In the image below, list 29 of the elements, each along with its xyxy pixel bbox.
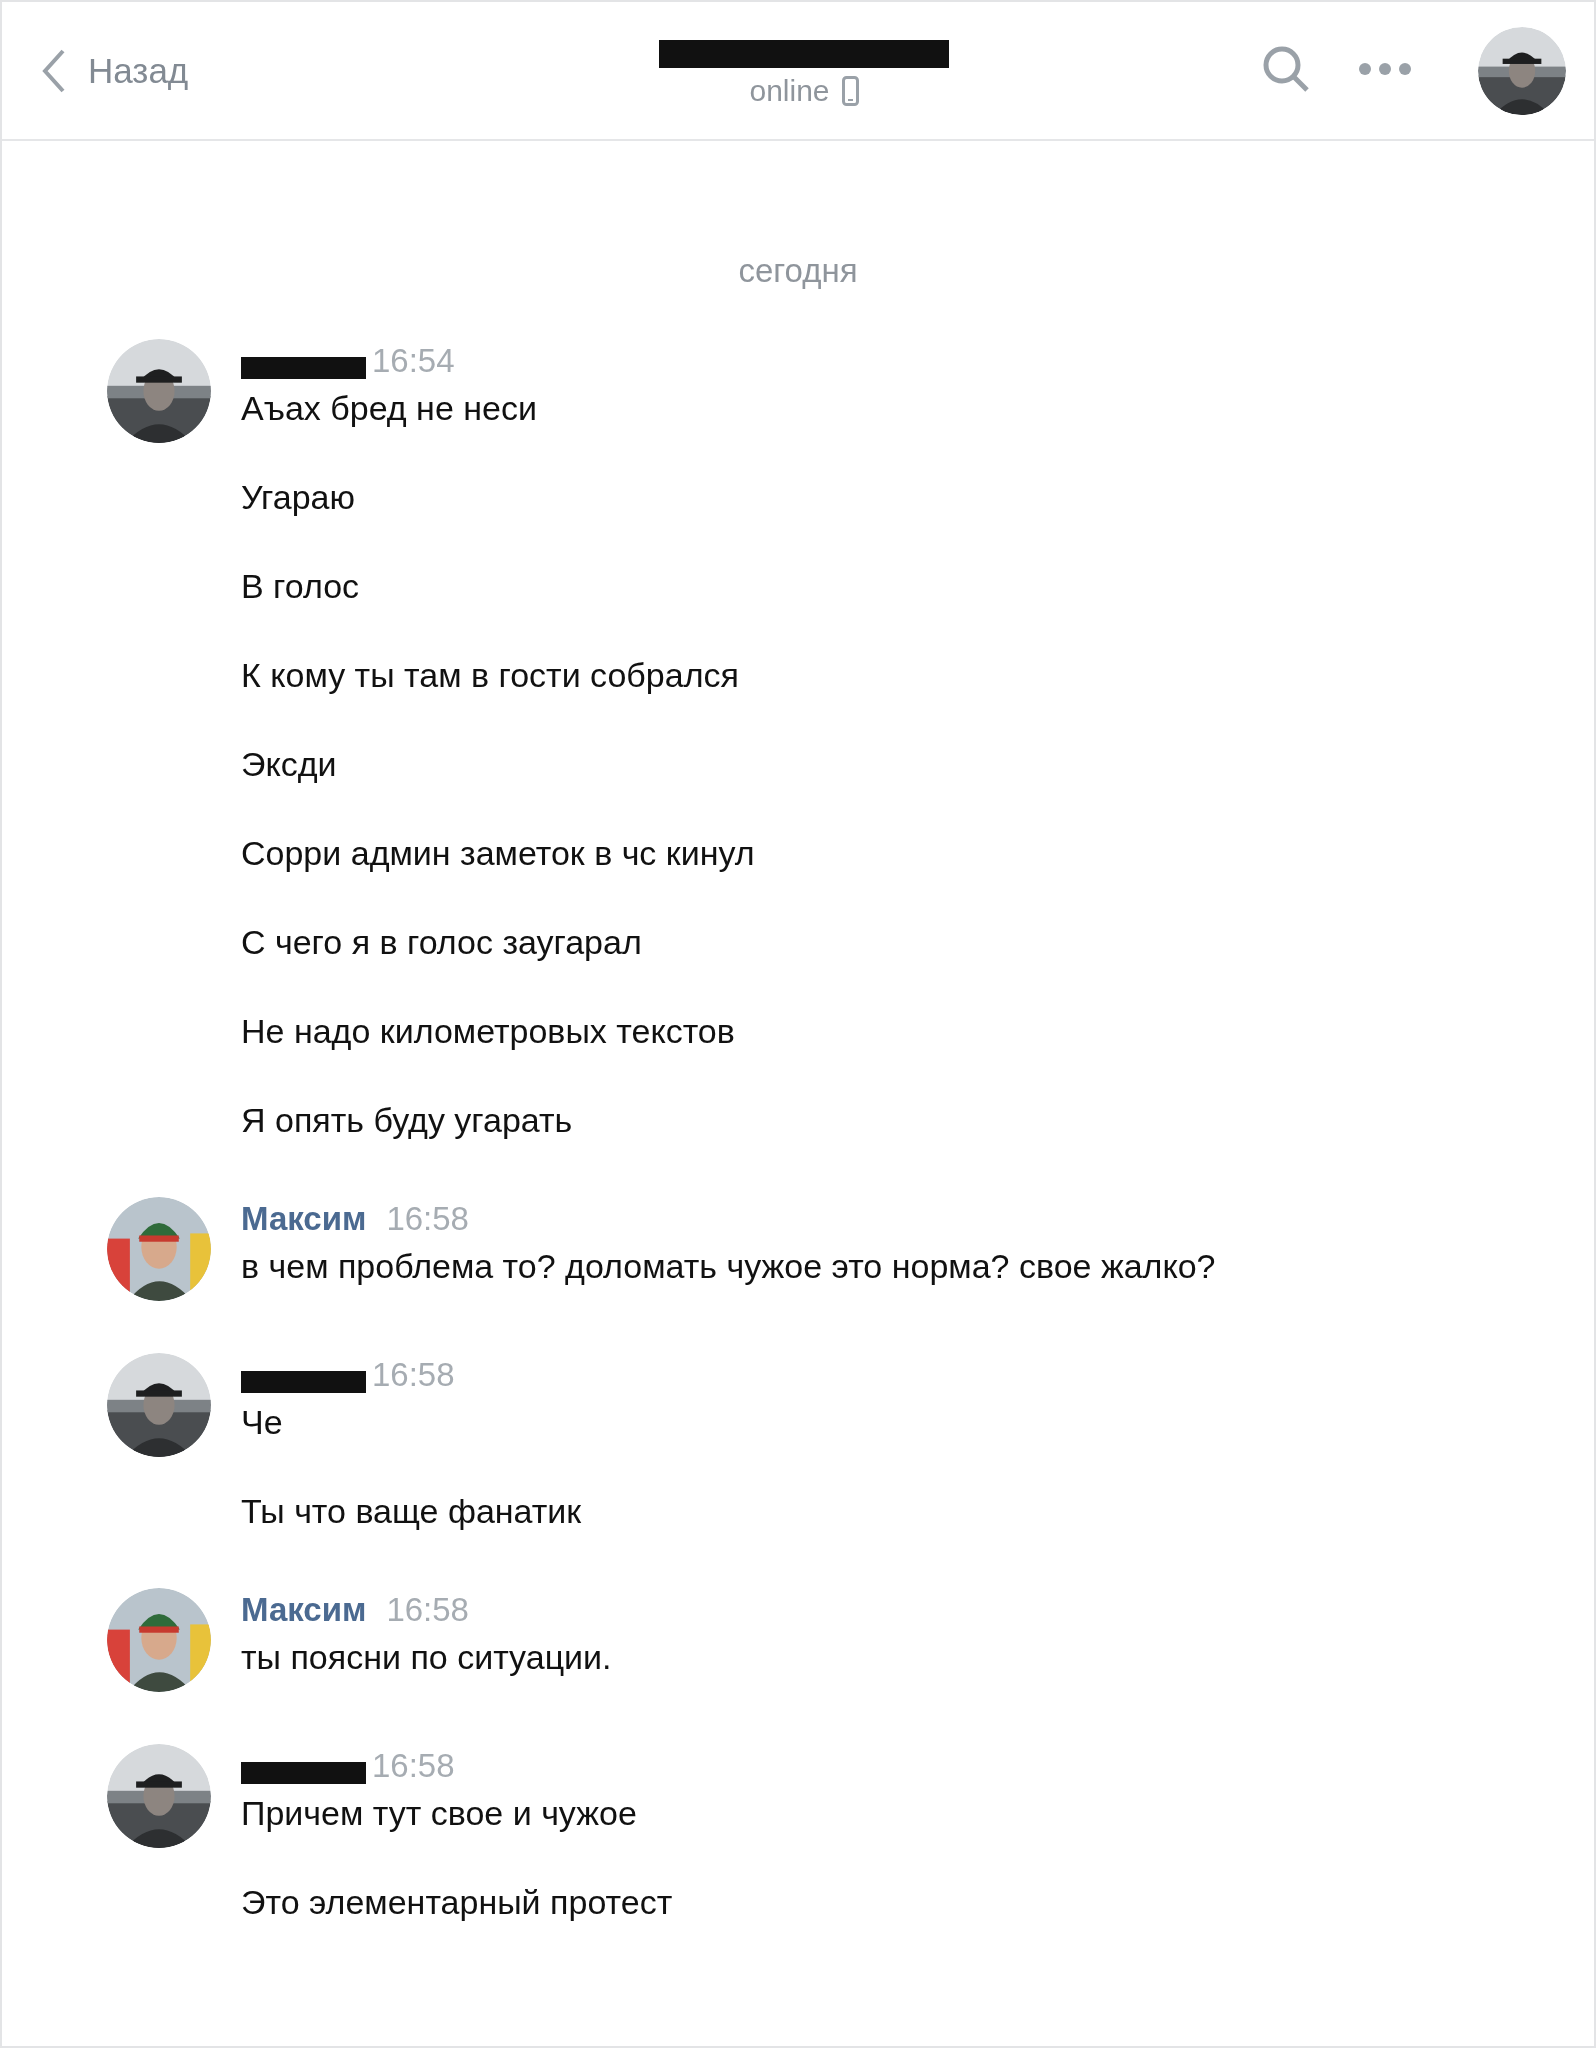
chevron-left-icon [42, 48, 66, 93]
search-icon [1262, 44, 1310, 93]
message-time: 16:58 [372, 1747, 455, 1785]
message-text: Ты что ваще фанатик [241, 1491, 582, 1532]
message-time: 16:58 [386, 1200, 469, 1238]
message-time: 16:58 [372, 1356, 455, 1394]
sender-name[interactable]: Максим [241, 1200, 367, 1238]
message-time: 16:58 [386, 1591, 469, 1629]
message-text: Я опять буду угарать [241, 1100, 573, 1141]
message-text: Сорри админ заметок в чс кинул [241, 833, 755, 874]
message-text: Че [241, 1402, 283, 1443]
message-text: Эксди [241, 744, 337, 785]
message-text: К кому ты там в гости собрался [241, 655, 739, 696]
date-divider: сегодня [738, 251, 858, 291]
online-status: online [749, 73, 830, 108]
back-button[interactable]: Назад [42, 48, 602, 93]
sender-name[interactable]: Максим [241, 1591, 367, 1629]
message-text: Причем тут свое и чужое [241, 1793, 637, 1834]
message-text: Угараю [241, 477, 355, 518]
message-text: В голос [241, 566, 360, 607]
message-text: Аъах бред не неси [241, 388, 537, 429]
message-text: в чем проблема то? доломать чужое это норма? свое жалко? [241, 1246, 1216, 1287]
message-text: Не надо километровых текстов [241, 1011, 735, 1052]
message-time: 16:54 [372, 342, 455, 380]
message-text: ты поясни по ситуации. [241, 1637, 612, 1678]
more-icon [1358, 61, 1412, 76]
phone-icon [841, 75, 859, 106]
message-text: Это элементарный протест [241, 1882, 673, 1923]
message-text: С чего я в голос заугарал [241, 922, 642, 963]
